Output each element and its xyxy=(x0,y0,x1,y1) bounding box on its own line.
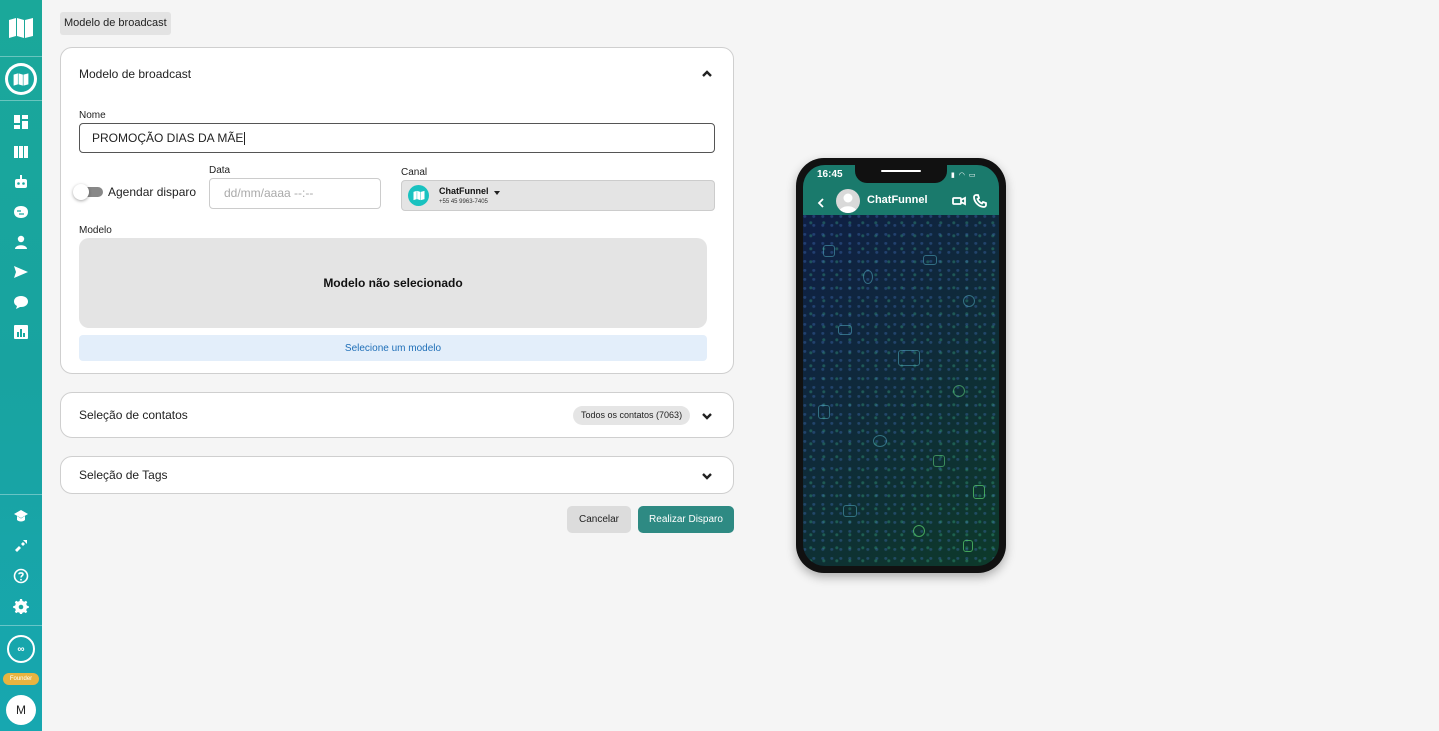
help-icon[interactable] xyxy=(12,567,30,585)
channel-name: ChatFunnel xyxy=(439,186,489,196)
contact-avatar-icon xyxy=(836,189,860,213)
model-preview-box: Modelo não selecionado xyxy=(79,238,707,328)
channel-logo-icon xyxy=(408,185,429,206)
submit-broadcast-button[interactable]: Realizar Disparo xyxy=(638,506,734,533)
integrations-icon[interactable] xyxy=(12,537,30,555)
contacts-count-chip: Todos os contatos (7063) xyxy=(573,406,691,425)
contacts-icon[interactable] xyxy=(12,233,30,251)
signal-wifi-battery-icon: ▮ ◠ ▭ xyxy=(951,172,977,179)
phone-screen: 16:45 ▮ ◠ ▭ ChatFunnel xyxy=(803,165,999,566)
chevron-down-icon xyxy=(494,191,500,195)
name-input[interactable]: PROMOÇÃO DIAS DA MÃE xyxy=(79,123,715,153)
name-label: Nome xyxy=(79,110,106,121)
card-title: Seleção de contatos xyxy=(79,408,188,422)
card-title: Seleção de Tags xyxy=(79,468,168,482)
chevron-down-icon[interactable] xyxy=(701,409,713,421)
sidebar-divider xyxy=(0,56,42,57)
cancel-button[interactable]: Cancelar xyxy=(567,506,631,533)
academy-icon[interactable] xyxy=(12,507,30,525)
date-input[interactable]: dd/mm/aaaa --:-- xyxy=(209,178,381,209)
phone-notch xyxy=(855,165,947,183)
dashboard-icon[interactable] xyxy=(12,113,30,131)
name-input-value: PROMOÇÃO DIAS DA MÃE xyxy=(92,131,244,145)
bot-icon[interactable] xyxy=(12,173,30,191)
sidebar-divider xyxy=(0,494,42,495)
chevron-up-icon[interactable] xyxy=(701,67,713,79)
date-label: Data xyxy=(209,165,231,176)
founder-badge: Founder xyxy=(3,673,39,685)
contacts-selection-card[interactable]: Seleção de contatos Todos os contatos (7… xyxy=(60,392,734,438)
select-model-button[interactable]: Selecione um modelo xyxy=(79,335,707,361)
kanban-icon[interactable] xyxy=(12,143,30,161)
schedule-toggle-label: Agendar disparo xyxy=(108,185,197,199)
brain-icon[interactable] xyxy=(12,203,30,221)
sidebar: ∞ Founder M xyxy=(0,0,42,731)
model-label: Modelo xyxy=(79,225,112,236)
channel-phone: +55 45 9963-7405 xyxy=(439,199,488,205)
chat-header: ChatFunnel xyxy=(803,187,999,215)
phone-call-icon xyxy=(973,194,987,208)
broadcast-send-icon[interactable] xyxy=(12,263,30,281)
reports-icon[interactable] xyxy=(12,323,30,341)
user-avatar[interactable]: M xyxy=(6,695,36,725)
model-empty-text: Modelo não selecionado xyxy=(323,276,463,290)
chat-icon[interactable] xyxy=(12,293,30,311)
tags-selection-card[interactable]: Seleção de Tags xyxy=(60,456,734,494)
schedule-toggle[interactable] xyxy=(73,184,103,200)
plan-ring-icon[interactable]: ∞ xyxy=(7,635,35,663)
chat-wallpaper xyxy=(803,215,999,566)
back-arrow-icon xyxy=(816,195,826,208)
sidebar-divider xyxy=(0,100,42,101)
channel-select[interactable]: ChatFunnel +55 45 9963-7405 xyxy=(401,180,715,211)
channel-label: Canal xyxy=(401,167,428,178)
breadcrumb: Modelo de broadcast xyxy=(60,12,171,35)
video-call-icon xyxy=(952,194,966,208)
phone-preview: 16:45 ▮ ◠ ▭ ChatFunnel xyxy=(796,158,1006,573)
broadcast-model-card: Modelo de broadcast Nome PROMOÇÃO DIAS D… xyxy=(60,47,734,374)
logo-icon[interactable] xyxy=(8,16,34,40)
card-title: Modelo de broadcast xyxy=(79,67,192,81)
chevron-down-icon[interactable] xyxy=(701,469,713,481)
settings-icon[interactable] xyxy=(12,597,30,615)
sidebar-divider xyxy=(0,625,42,626)
chat-contact-name: ChatFunnel xyxy=(867,194,928,206)
phone-time: 16:45 xyxy=(817,169,843,180)
home-logo-icon[interactable] xyxy=(5,63,37,95)
